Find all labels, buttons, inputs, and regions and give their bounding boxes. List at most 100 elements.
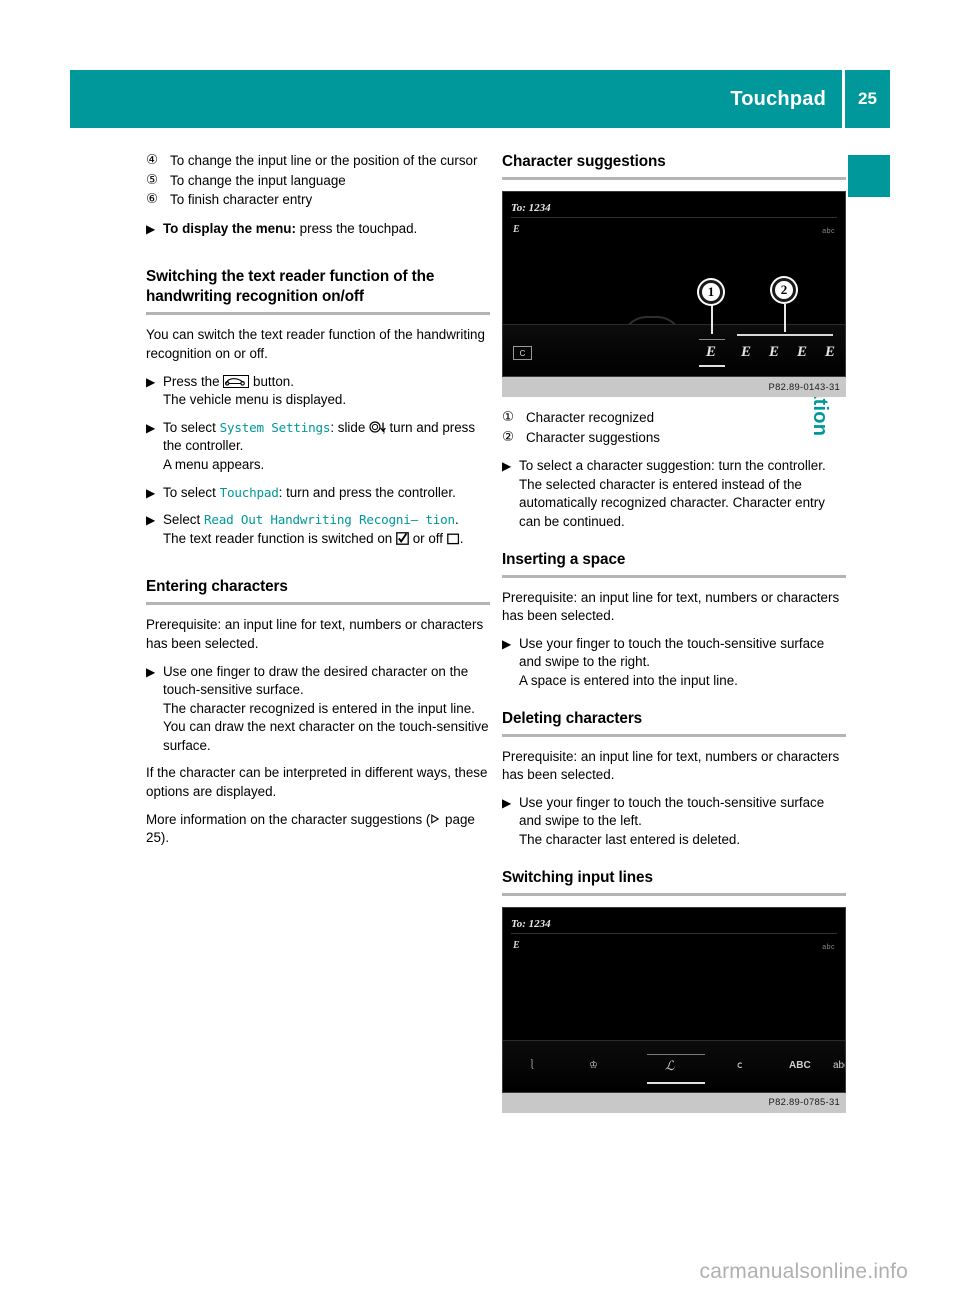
step-text: Use your finger to touch the touch-sensi… <box>519 794 825 829</box>
step-label: To display the menu: <box>163 220 296 236</box>
step-bullet-icon: ▶ <box>146 485 156 500</box>
step-text-post: : turn and press the controller. <box>278 484 456 500</box>
legend-item: ⑤ To change the input language <box>146 172 490 191</box>
screen-clear-button[interactable]: C <box>513 346 532 360</box>
screen-language-indicator: E <box>513 224 520 235</box>
toolbar-person-icon[interactable]: ♔ <box>589 1057 598 1076</box>
callout-leader-line <box>711 304 713 334</box>
legend-text: To change the input line or the position… <box>170 153 478 168</box>
step-draw-character: ▶ Use one finger to draw the desired cha… <box>146 663 490 756</box>
screen-input-line: To: 1234 <box>511 198 837 218</box>
paragraph-prerequisite: Prerequisite: an input line for text, nu… <box>146 617 484 651</box>
step-swipe-left: ▶ Use your finger to touch the touch-sen… <box>502 794 846 850</box>
site-watermark: carmanualsonline.info <box>699 1260 908 1283</box>
section-rule <box>502 177 846 180</box>
step-bullet-icon: ▶ <box>502 636 512 651</box>
legend-item: ⑥ To finish character entry <box>146 191 490 210</box>
checkbox-unchecked-icon <box>446 532 460 545</box>
step-result-mid: or off <box>408 530 447 546</box>
page-title: Touchpad <box>730 87 826 110</box>
section-heading-switching-input-lines: Switching input lines <box>502 868 653 886</box>
step-text: Use your finger to touch the touch-sensi… <box>519 635 825 670</box>
screen-input-line: To: 1234 <box>511 914 837 934</box>
legend-item: ② Character suggestions <box>502 429 846 448</box>
section-rule <box>146 602 490 606</box>
step-result: The vehicle menu is displayed. <box>163 392 347 408</box>
step-bullet-icon: ▶ <box>146 374 156 389</box>
controller-slide-down-icon <box>369 421 386 434</box>
vehicle-button-icon <box>223 374 250 388</box>
step-select-touchpad: ▶ To select Touchpad: turn and press the… <box>146 484 490 503</box>
step-result-pre: The text reader function is switched on <box>163 530 396 546</box>
screen-suggestion-char[interactable]: E <box>741 343 751 362</box>
section-heading-character-suggestions: Character suggestions <box>502 153 666 170</box>
legend-item: ① Character recognized <box>502 409 846 428</box>
header-title-bar: Touchpad <box>70 70 842 128</box>
step-result: The selected character is entered instea… <box>519 476 825 529</box>
screen-suggestion-char[interactable]: E <box>825 343 835 362</box>
step-text: To select a character suggestion: turn t… <box>519 458 826 474</box>
legend-number: ① <box>502 410 515 425</box>
figure-character-suggestions: To: 1234 E abc C E E E E E 1 2 P82.89-01… <box>502 191 846 397</box>
screen-language-indicator: E <box>513 939 520 951</box>
step-swipe-right: ▶ Use your finger to touch the touch-sen… <box>502 635 846 691</box>
screen-suggestion-char[interactable]: E <box>769 343 779 362</box>
toolbar-back-icon[interactable]: ⎱ <box>527 1057 537 1076</box>
step-display-menu: ▶ To display the menu: press the touchpa… <box>146 220 490 239</box>
section-heading-inserting-space: Inserting a space <box>502 550 626 568</box>
section-rule <box>146 312 490 316</box>
step-text-pre: To select <box>163 484 220 500</box>
section-rule <box>502 733 846 737</box>
legend-number: ② <box>502 429 515 445</box>
menu-item-read-out-handwriting-recognition[interactable]: Read Out Handwriting Recogni– tion <box>204 512 455 527</box>
step-result-post: . <box>459 530 464 546</box>
checkbox-checked-icon <box>396 531 409 545</box>
right-column: Character suggestions To: 1234 E abc C E… <box>502 152 846 1125</box>
step-text-post: button. <box>249 373 294 389</box>
step-text-post: . <box>454 512 459 528</box>
toolbar-abc-icon[interactable]: ABC <box>789 1057 811 1076</box>
step-result: The character last entered is deleted. <box>519 831 741 847</box>
paragraph-interpretation: If the character can be interpreted in d… <box>146 765 488 800</box>
legend-number: ⑤ <box>146 172 159 188</box>
screen-to-field: To: 1234 <box>511 917 551 930</box>
chapter-tab-marker <box>848 155 890 197</box>
legend-text: Character recognized <box>526 410 655 425</box>
step-bullet-icon: ▶ <box>502 795 512 810</box>
section-rule <box>502 574 846 578</box>
toolbar-pen-icon[interactable]: ℒ <box>665 1057 674 1076</box>
step-select-system-settings: ▶ To select System Settings: slide , tur… <box>146 419 490 475</box>
left-column: ④ To change the input line or the positi… <box>146 152 490 857</box>
screen-right-indicator: abc <box>822 943 835 951</box>
step-result: The character recognized is entered in t… <box>163 700 489 753</box>
callout-marker-2: 2 <box>772 278 796 302</box>
step-text-pre: Select <box>163 512 204 528</box>
legend-number: ④ <box>146 153 159 168</box>
step-result: A space is entered into the input line. <box>519 672 738 688</box>
screen-to-field: To: 1234 <box>511 202 551 214</box>
screen-toolbar-selection <box>647 1053 705 1084</box>
paragraph-prerequisite: Prerequisite: an input line for text, nu… <box>502 589 840 624</box>
step-text: Use one finger to draw the desired chara… <box>163 663 469 698</box>
menu-item-system-settings[interactable]: System Settings <box>220 420 331 435</box>
section-rule <box>502 892 846 896</box>
step-press-vehicle-button: ▶ Press the button. The vehicle menu is … <box>146 373 490 410</box>
screen-suggestion-char[interactable]: E <box>797 343 807 362</box>
section-heading-entering-characters: Entering characters <box>146 578 288 596</box>
menu-item-touchpad[interactable]: Touchpad <box>220 485 279 500</box>
step-text: press the touchpad. <box>295 220 418 236</box>
figure-caption-bar: P82.89-0143-31 <box>502 377 846 397</box>
legend-text: To finish character entry <box>170 192 313 208</box>
section-heading-deleting-characters: Deleting characters <box>502 709 643 727</box>
toolbar-abc-lower-icon[interactable]: abc <box>833 1057 845 1076</box>
cross-ref-text-pre: More information on the character sugges… <box>146 811 431 827</box>
step-text-mid: : slide <box>330 419 370 435</box>
figure-code: P82.89-0785-31 <box>768 1096 840 1108</box>
step-result: A menu appears. <box>163 456 265 472</box>
step-bullet-icon: ▶ <box>146 221 156 236</box>
screen-suggestions-underline <box>737 334 833 336</box>
screen-suggestion-bar <box>503 324 845 376</box>
toolbar-keyboard-icon[interactable]: ⅽ <box>737 1057 743 1076</box>
step-text-pre: To select <box>163 419 220 435</box>
figure-caption-bar: P82.89-0785-31 <box>502 1092 846 1113</box>
